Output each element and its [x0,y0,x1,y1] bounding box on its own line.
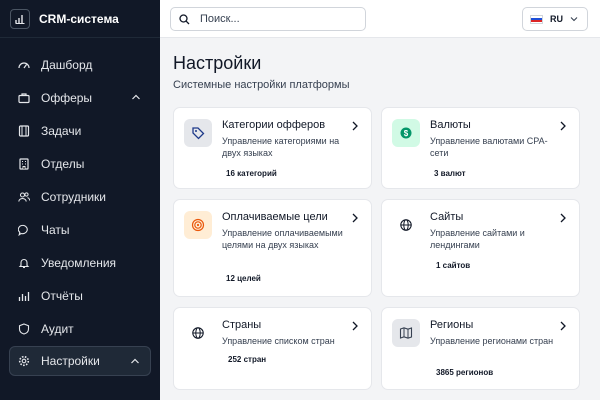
count-badge: 16 категорий [226,169,277,178]
sidebar-item-label: Настройки [41,354,100,368]
chevron-right-icon [352,321,358,331]
sidebar-item-tasks[interactable]: Задачи [0,114,160,147]
sidebar-item-employees[interactable]: Сотрудники [0,180,160,213]
chevron-down-icon [570,17,578,22]
sidebar-item-label: Уведомления [41,255,117,270]
sidebar-item-notifications[interactable]: Уведомления [0,246,160,279]
sidebar-item-label: Аудит [41,321,74,336]
brand[interactable]: CRM-система [0,0,160,38]
sidebar: CRM-система Дашборд Офферы Задачи Отделы… [0,0,160,400]
building-icon [19,157,29,170]
card-description: Управление оплачиваемыми целями на двух … [222,228,343,250]
settings-card-regions[interactable]: Регионы Управление регионами стран 3865 … [381,307,580,390]
chevron-up-icon[interactable] [131,92,141,102]
chevron-right-icon [560,213,566,223]
card-description: Управление сайтами и лендингами [430,228,525,250]
language-code: RU [550,14,563,24]
bell-icon [18,258,30,268]
chevron-right-icon [352,121,358,131]
globe-icon [392,211,420,239]
page-title: Настройки [173,53,262,73]
chevron-up-icon[interactable] [130,356,140,366]
target-icon [184,211,212,239]
card-description: Управление валютами CPA-сети [430,136,548,158]
sidebar-item-settings[interactable]: Настройки [9,346,151,376]
sidebar-item-audit[interactable]: Аудит [0,312,160,345]
count-badge: 252 стран [228,355,267,364]
chart-logo-icon [10,8,30,29]
sidebar-item-label: Офферы [41,90,93,105]
settings-card-sites[interactable]: Сайты Управление сайтами и лендингами 1 … [381,199,580,297]
sidebar-item-label: Задачи [41,123,82,138]
settings-card-offer-categories[interactable]: Категории офферов Управление категориями… [173,107,372,189]
card-title: Страны [222,319,262,331]
users-icon [18,191,30,202]
shield-icon [18,322,30,335]
russia-flag-icon [530,14,543,24]
card-title: Сайты [430,211,464,223]
count-badge: 3865 регионов [436,368,494,377]
app-title: CRM-система [39,11,119,26]
sidebar-item-dashboard[interactable]: Дашборд [0,48,160,81]
settings-card-paid-goals[interactable]: Оплачиваемые цели Управление оплачиваемы… [173,199,372,297]
sidebar-item-departments[interactable]: Отделы [0,147,160,180]
card-description: Управление категориями на двух языках [222,136,340,158]
settings-card-currencies[interactable]: $ Валюты Управление валютами CPA-сети 3 … [381,107,580,189]
gear-icon [18,355,30,367]
chevron-right-icon [560,121,566,131]
count-badge: 3 валют [434,169,466,178]
sidebar-item-label: Отчёты [41,288,83,303]
settings-card-countries[interactable]: Страны Управление списком стран 252 стра… [173,307,372,390]
page-subtitle: Системные настройки платформы [173,79,350,91]
card-title: Категории офферов [222,119,326,131]
card-title: Валюты [430,119,471,131]
briefcase-icon [18,92,30,103]
language-selector[interactable]: RU [522,7,588,31]
search-icon [179,13,190,24]
reports-icon [18,291,30,301]
sidebar-item-label: Сотрудники [41,189,106,204]
card-title: Регионы [430,319,474,331]
search-box[interactable] [170,7,366,31]
sidebar-item-reports[interactable]: Отчёты [0,279,160,312]
sidebar-nav: Дашборд Офферы Задачи Отделы Сотрудники … [0,48,160,376]
top-bar: RU [160,0,600,38]
tag-icon [184,119,212,147]
card-description: Управление регионами стран [430,336,554,346]
card-title: Оплачиваемые цели [222,211,328,223]
chevron-right-icon [560,321,566,331]
dashboard-icon [18,61,30,68]
search-input[interactable] [200,13,350,25]
map-icon [392,319,420,347]
sidebar-item-label: Чаты [41,222,70,237]
chat-icon [18,224,28,236]
svg-text:$: $ [404,129,409,138]
card-description: Управление списком стран [222,336,335,346]
tasks-icon [18,124,30,137]
count-badge: 1 сайтов [436,261,471,270]
count-badge: 12 целей [226,274,261,283]
globe-icon [184,319,212,347]
sidebar-item-chats[interactable]: Чаты [0,213,160,246]
currency-icon: $ [392,119,420,147]
sidebar-item-label: Дашборд [41,57,93,72]
sidebar-item-label: Отделы [41,156,85,171]
sidebar-item-offers[interactable]: Офферы [0,81,160,114]
chevron-right-icon [352,213,358,223]
